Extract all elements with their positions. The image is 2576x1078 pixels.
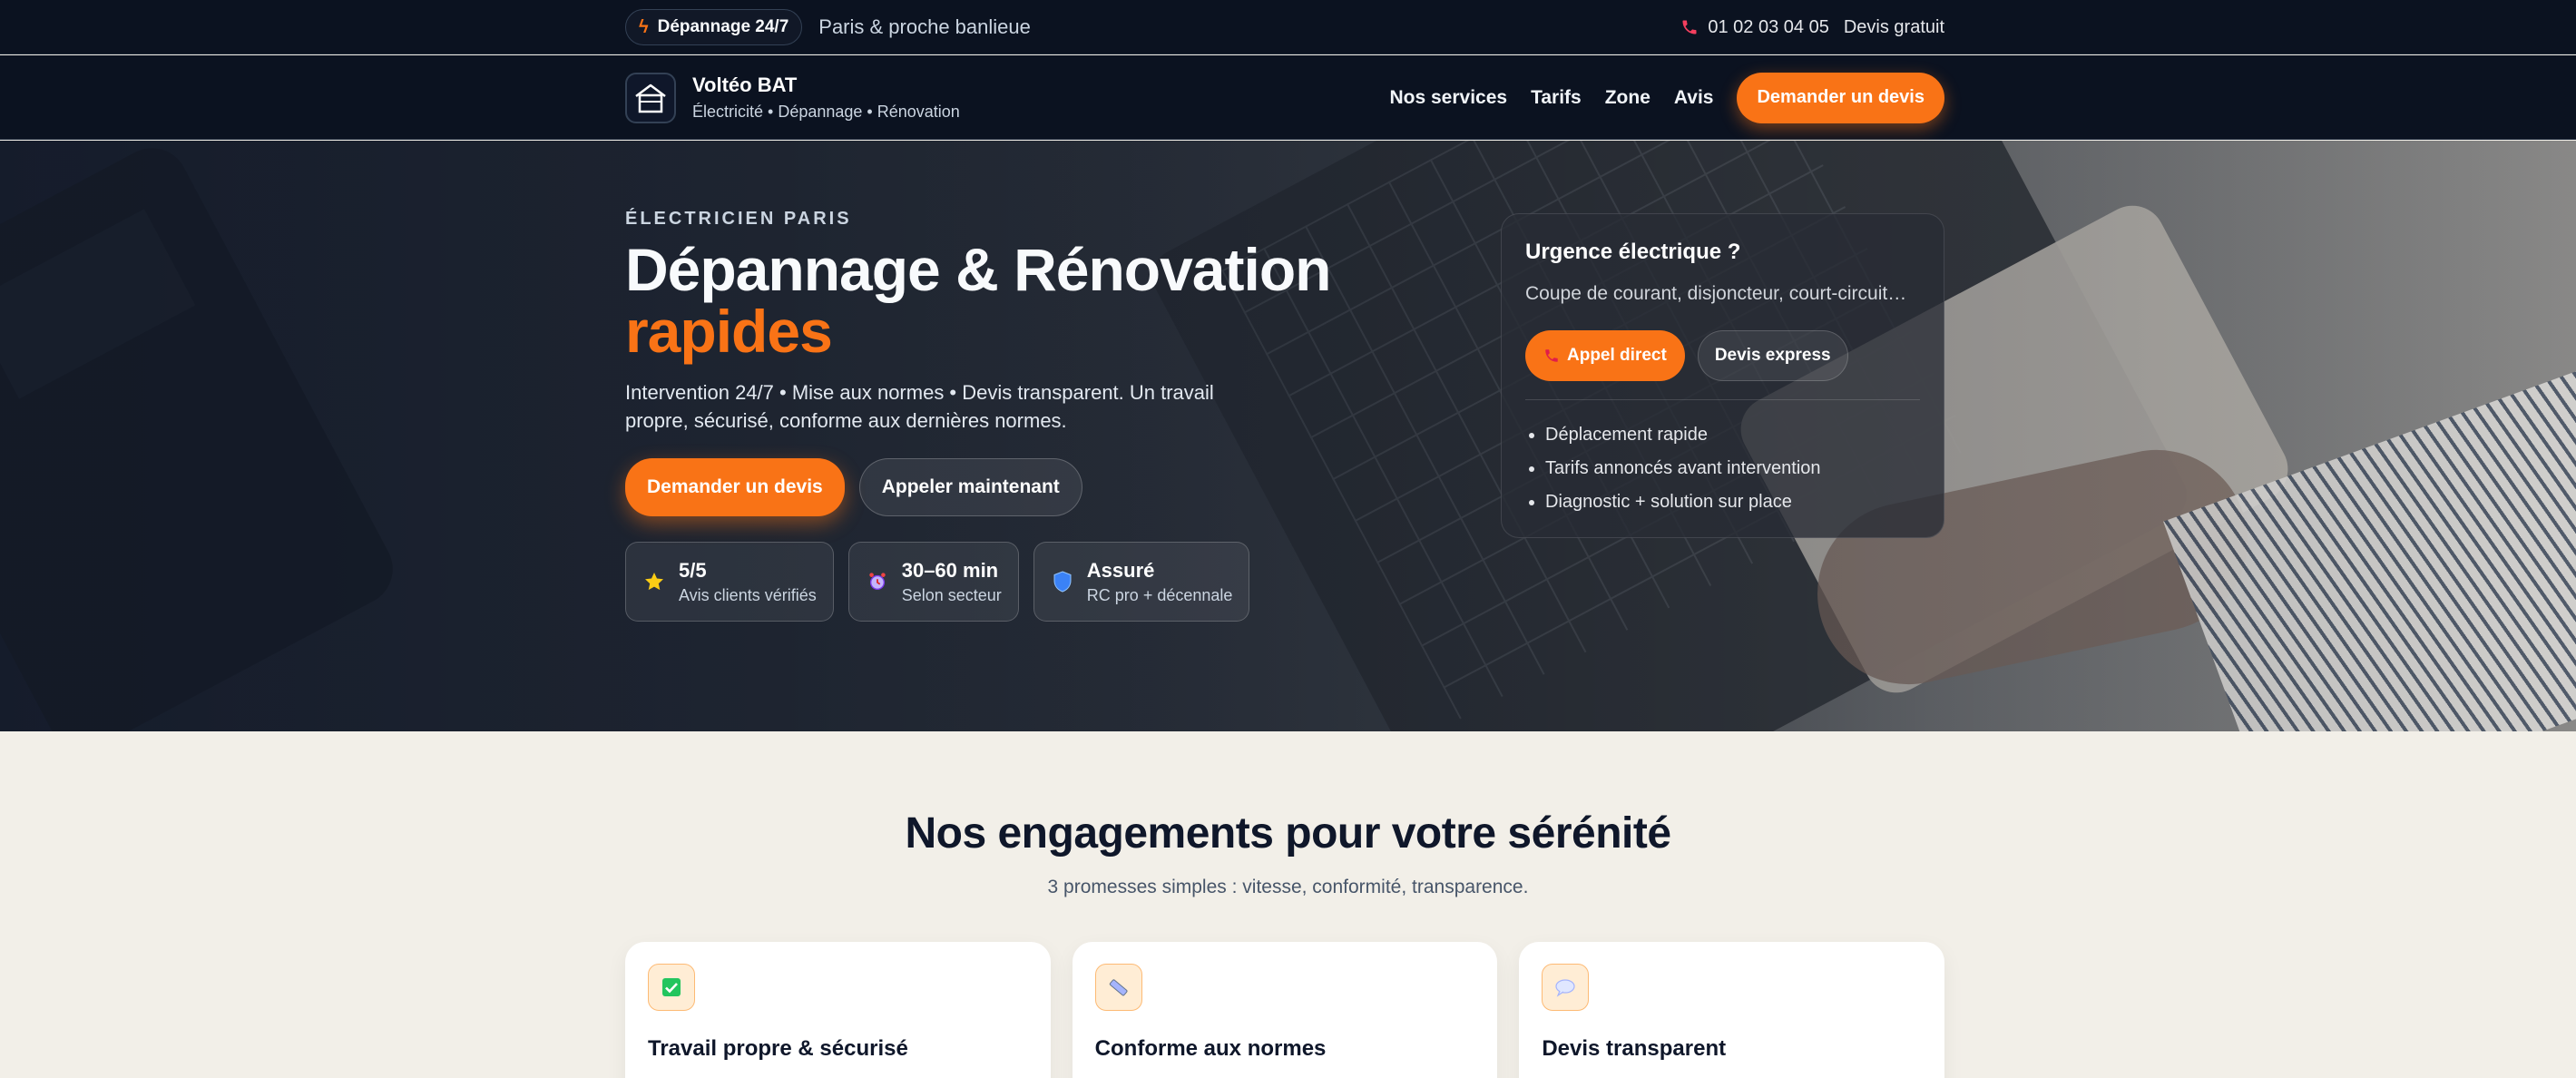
emergency-benefits-list: Déplacement rapide Tarifs annoncés avant… <box>1525 418 1920 519</box>
engagements-subtitle: 3 promesses simples : vitesse, conformit… <box>1047 877 1529 897</box>
brand[interactable]: Voltéo BAT Électricité • Dépannage • Rén… <box>625 72 960 123</box>
hero-section: ÉLECTRICIEN PARIS Dépannage & Rénovation… <box>0 141 2576 731</box>
topbar-quote-link[interactable]: Devis gratuit <box>1844 17 1944 38</box>
express-quote-button[interactable]: Devis express <box>1697 330 1848 381</box>
nav-link-pricing[interactable]: Tarifs <box>1531 87 1582 109</box>
nav-link-reviews[interactable]: Avis <box>1674 87 1714 109</box>
availability-badge: ϟ Dépannage 24/7 <box>625 9 803 45</box>
main-navigation: Voltéo BAT Électricité • Dépannage • Rén… <box>0 55 2576 140</box>
engagement-card-standards: Conforme aux normes <box>1072 942 1498 1078</box>
hero-quote-button[interactable]: Demander un devis <box>625 458 845 516</box>
hero-eyebrow: ÉLECTRICIEN PARIS <box>625 209 852 229</box>
phone-icon <box>1545 349 1558 362</box>
nav-quote-button[interactable]: Demander un devis <box>1737 72 1944 123</box>
hero-subtitle: Intervention 24/7 • Mise aux normes • De… <box>625 381 1214 432</box>
speech-bubble-icon <box>1542 964 1590 1011</box>
phone-icon <box>1682 20 1697 34</box>
stat-value: Assuré <box>1086 558 1155 582</box>
house-logo-icon <box>625 72 676 123</box>
direct-call-label: Appel direct <box>1567 346 1667 365</box>
stat-card-rating: 5/5 Avis clients vérifiés <box>625 542 834 622</box>
brand-name: Voltéo BAT <box>692 74 798 96</box>
stat-label: Selon secteur <box>901 585 1002 604</box>
card-title: Travail propre & sécurisé <box>648 1036 908 1061</box>
hero-call-button[interactable]: Appeler maintenant <box>858 458 1082 516</box>
bolt-icon: ϟ <box>639 17 649 37</box>
emergency-card: Urgence électrique ? Coupe de courant, d… <box>1501 213 1944 538</box>
nav-link-zone[interactable]: Zone <box>1605 87 1650 109</box>
card-title: Devis transparent <box>1542 1036 1727 1061</box>
engagement-card-clean-work: Travail propre & sécurisé <box>625 942 1051 1078</box>
nav-link-services[interactable]: Nos services <box>1389 87 1507 109</box>
card-title: Conforme aux normes <box>1094 1036 1327 1061</box>
availability-badge-label: Dépannage 24/7 <box>657 17 789 36</box>
brand-tagline: Électricité • Dépannage • Rénovation <box>692 103 960 121</box>
stat-value: 5/5 <box>679 558 707 582</box>
hero-title-accent: rapides <box>625 298 833 365</box>
engagement-cards: Travail propre & sécurisé Conforme aux n… <box>625 942 1945 1078</box>
alarm-clock-icon <box>866 570 889 593</box>
list-item: Déplacement rapide <box>1545 418 1920 452</box>
ruler-icon <box>1094 964 1142 1011</box>
divider <box>1525 399 1920 400</box>
topbar-phone-number: 01 02 03 04 05 <box>1708 16 1829 37</box>
stat-card-response-time: 30–60 min Selon secteur <box>847 542 1019 622</box>
engagements-title: Nos engagements pour votre sérénité <box>905 809 1671 858</box>
direct-call-button[interactable]: Appel direct <box>1525 330 1685 381</box>
check-box-icon <box>648 964 695 1011</box>
hero-content: ÉLECTRICIEN PARIS Dépannage & Rénovation… <box>625 209 1351 622</box>
stat-label: RC pro + décennale <box>1086 585 1233 604</box>
stat-value: 30–60 min <box>901 558 999 582</box>
emergency-title: Urgence électrique ? <box>1525 240 1741 264</box>
stat-card-insurance: Assuré RC pro + décennale <box>1033 542 1250 622</box>
emergency-description: Coupe de courant, disjoncteur, court-cir… <box>1525 283 1907 304</box>
service-area: Paris & proche banlieue <box>818 15 1031 38</box>
top-bar: ϟ Dépannage 24/7 Paris & proche banlieue… <box>0 0 2576 54</box>
hero-title: Dépannage & Rénovation <box>625 236 1331 303</box>
stat-label: Avis clients vérifiés <box>679 585 817 604</box>
star-icon <box>642 570 666 593</box>
hero-stats: 5/5 Avis clients vérifiés 30–60 min Selo… <box>625 542 1351 622</box>
engagement-card-transparent-quote: Devis transparent <box>1519 942 1945 1078</box>
topbar-phone-link[interactable]: 01 02 03 04 05 <box>1680 16 1829 38</box>
shield-icon <box>1051 570 1074 593</box>
list-item: Diagnostic + solution sur place <box>1545 485 1920 519</box>
list-item: Tarifs annoncés avant intervention <box>1545 452 1920 485</box>
